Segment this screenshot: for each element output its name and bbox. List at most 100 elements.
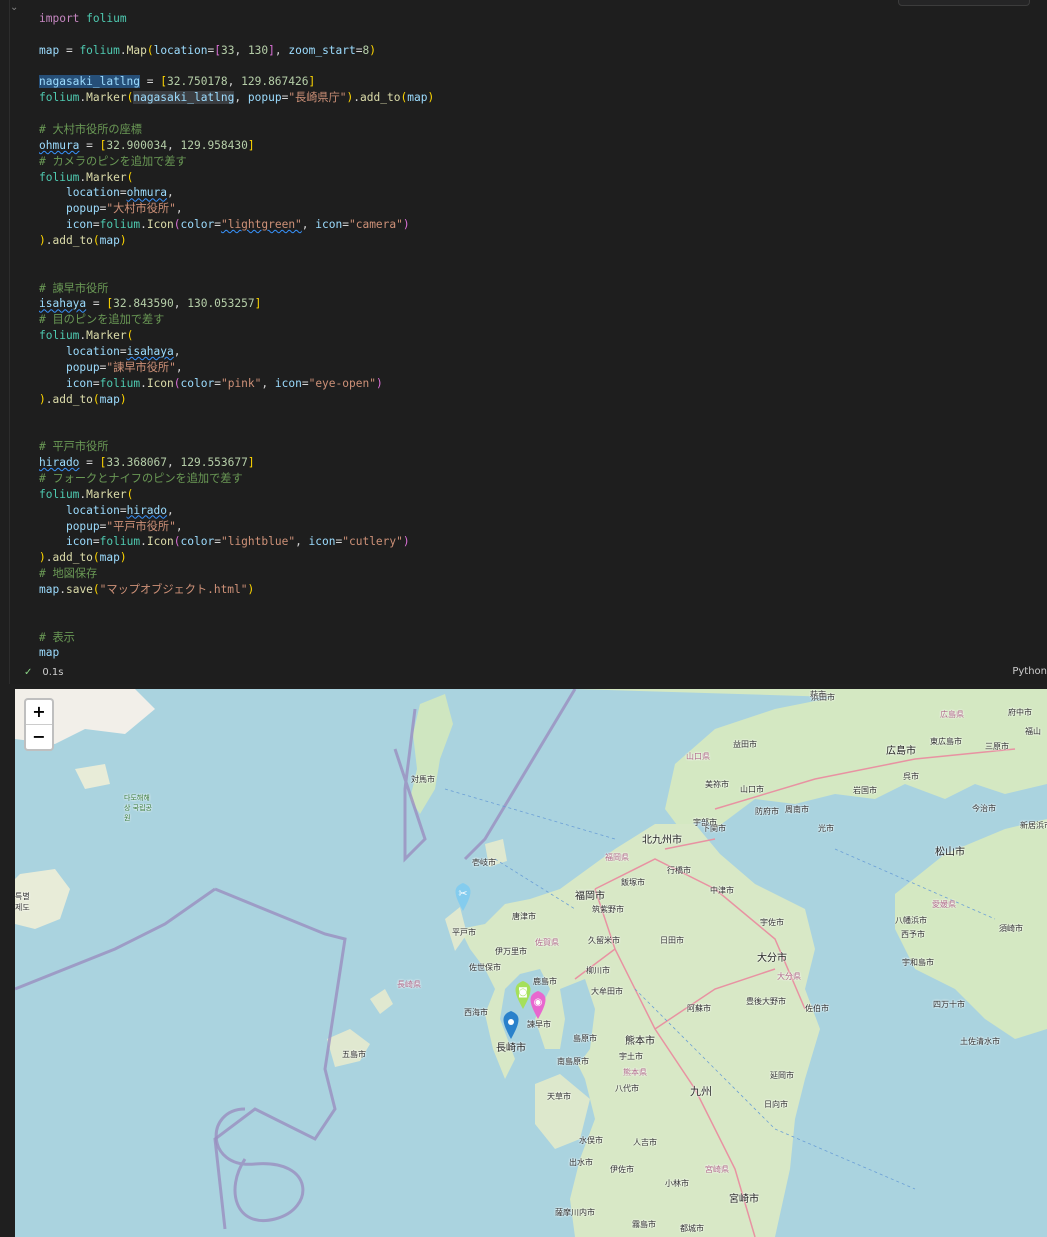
code-token: isahaya	[39, 297, 87, 311]
map-label: 筑紫野市	[592, 905, 624, 914]
code-line[interactable]: folium.Marker(nagasaki_latlng, popup="長崎…	[39, 90, 1047, 106]
code-token: folium	[39, 91, 80, 105]
map-label: 西海市	[464, 1008, 488, 1017]
cell-toolbar[interactable]	[898, 0, 1030, 6]
code-token: folium	[99, 376, 141, 390]
code-line[interactable]: icon=folium.Icon(color="lightblue", icon…	[39, 534, 1047, 550]
code-token: ,	[295, 535, 309, 549]
map-label: 北九州市	[642, 835, 682, 846]
code-line[interactable]: folium.Marker(	[39, 487, 1047, 503]
code-line[interactable]: icon=folium.Icon(color="pink", icon="eye…	[39, 376, 1047, 392]
code-token: ,	[173, 297, 188, 311]
code-line[interactable]: # カメラのピンを追加で差す	[39, 154, 1047, 170]
map-label: 諫早市	[527, 1020, 551, 1029]
zoom-out-button[interactable]: −	[26, 725, 52, 749]
code-line[interactable]	[39, 59, 1047, 75]
code-token: =	[119, 503, 127, 517]
code-token: hirado	[126, 503, 168, 517]
code-token: (	[92, 551, 100, 565]
code-token: (	[126, 487, 134, 501]
code-line[interactable]	[39, 614, 1047, 630]
map-label: 大分市	[757, 953, 787, 964]
code-line[interactable]: # 地図保存	[39, 566, 1047, 582]
chevron-down-icon[interactable]: ⌄	[10, 2, 18, 13]
code-cell[interactable]: ⌄ import folium map = folium.Map(locatio…	[9, 0, 1047, 684]
code-line[interactable]: # 大村市役所の座標	[39, 122, 1047, 138]
code-token: zoom_start	[288, 43, 356, 57]
code-line[interactable]: isahaya = [32.843590, 130.053257]	[39, 296, 1047, 312]
map-label: 宇部市	[693, 818, 717, 827]
map-label: 広島市	[886, 746, 916, 757]
map-label: 佐伯市	[805, 1004, 829, 1013]
code-line[interactable]: # 表示	[39, 630, 1047, 646]
code-token: popup	[65, 519, 100, 533]
code-token: Icon	[146, 218, 174, 232]
code-line[interactable]: # 諫早市役所	[39, 281, 1047, 297]
code-line[interactable]: ).add_to(map)	[39, 550, 1047, 566]
code-token: =	[59, 43, 80, 57]
code-line[interactable]: popup="諫早市役所",	[39, 360, 1047, 376]
code-line[interactable]: map	[39, 645, 1047, 661]
code-line[interactable]: location=isahaya,	[39, 344, 1047, 360]
map-label: 宮崎市	[729, 1194, 759, 1205]
code-token: .	[45, 392, 53, 406]
code-line[interactable]: ).add_to(map)	[39, 392, 1047, 408]
code-line[interactable]: nagasaki_latlng = [32.750178, 129.867426…	[39, 74, 1047, 90]
code-line[interactable]: # フォークとナイフのピンを追加で差す	[39, 471, 1047, 487]
code-token: .	[140, 376, 147, 390]
code-token: =	[301, 376, 309, 390]
zoom-in-button[interactable]: +	[26, 700, 52, 725]
code-line[interactable]: folium.Marker(	[39, 170, 1047, 186]
map-label: 出水市	[569, 1158, 593, 1167]
code-line[interactable]	[39, 249, 1047, 265]
code-line[interactable]: # 平戸市役所	[39, 439, 1047, 455]
code-line[interactable]: ohmura = [32.900034, 129.958430]	[39, 138, 1047, 154]
map-label: 久留米市	[588, 936, 620, 945]
code-token: location	[65, 186, 120, 200]
code-token: "長崎県庁"	[288, 91, 347, 105]
code-token: ,	[274, 43, 289, 57]
language-label[interactable]: Python	[1012, 666, 1047, 677]
code-token: [	[214, 43, 221, 57]
code-token: map	[39, 646, 60, 660]
code-line[interactable]	[39, 598, 1047, 614]
code-line[interactable]	[39, 423, 1047, 439]
code-token: import	[39, 12, 80, 25]
code-token: 32.900034	[106, 138, 168, 152]
map-label: 柳川市	[586, 966, 610, 975]
map-tiles[interactable]: ✂ ◙ ◉	[15, 689, 1047, 1237]
code-line[interactable]	[39, 106, 1047, 122]
code-token: ,	[234, 43, 248, 57]
code-token: ,	[261, 376, 275, 390]
code-token: )	[247, 582, 255, 596]
zoom-control[interactable]: + −	[24, 698, 54, 751]
code-line[interactable]: popup="大村市役所",	[39, 201, 1047, 217]
code-line[interactable]: import folium	[39, 11, 1047, 27]
code-line[interactable]	[39, 407, 1047, 423]
code-line[interactable]: location=ohmura,	[39, 185, 1047, 201]
code-line[interactable]: map = folium.Map(location = [33, 130], zoo…	[39, 43, 1047, 59]
code-line[interactable]: folium.Marker(	[39, 328, 1047, 344]
code-line[interactable]: location=hirado,	[39, 503, 1047, 519]
code-line[interactable]: icon=folium.Icon(color="lightgreen", ico…	[39, 217, 1047, 233]
code-token: .	[119, 43, 127, 57]
map-label: 呉市	[903, 772, 919, 781]
code-editor[interactable]: import folium map = folium.Map(location=…	[39, 11, 1047, 661]
code-line[interactable]: popup="平戸市役所",	[39, 519, 1047, 535]
code-token: ,	[227, 75, 242, 89]
code-token: )	[402, 535, 410, 549]
code-line[interactable]: hirado = [33.368067, 129.553677]	[39, 455, 1047, 471]
code-line[interactable]: # 目のピンを追加で差す	[39, 312, 1047, 328]
svg-text:◉: ◉	[534, 997, 543, 1008]
code-line[interactable]	[39, 265, 1047, 281]
map-label: 日向市	[764, 1100, 788, 1109]
code-line[interactable]	[39, 27, 1047, 43]
map-output[interactable]: ✂ ◙ ◉ 対馬市 壱岐市 平戸市 唐津市 伊万里市 佐賀県 佐世保市 長崎県 西海市 鹿島市 諫早…	[15, 689, 1047, 1237]
code-token: popup	[65, 360, 100, 374]
code-line[interactable]: map.save("マップオブジェクト.html")	[39, 582, 1047, 598]
map-label: 霧島市	[632, 1220, 656, 1229]
code-line[interactable]: ).add_to(map)	[39, 233, 1047, 249]
map-label: 今治市	[972, 804, 996, 813]
